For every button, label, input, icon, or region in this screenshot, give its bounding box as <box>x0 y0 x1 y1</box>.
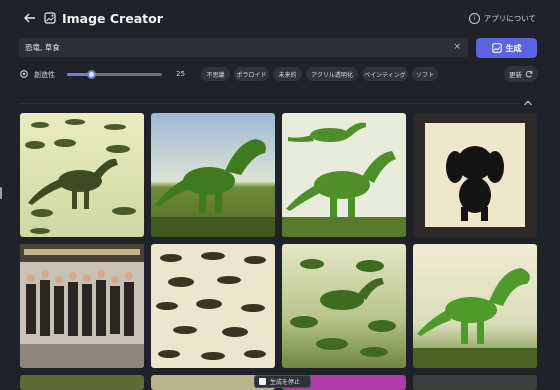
chip-label: ペインティング <box>364 71 406 79</box>
stop-icon <box>259 378 266 385</box>
prompt-input[interactable] <box>25 40 445 55</box>
generate-icon <box>491 43 502 53</box>
resize-handle[interactable] <box>0 187 2 199</box>
chip-label: ポラロイド <box>236 71 267 79</box>
section-divider <box>19 103 519 104</box>
chip-label: 未来的 <box>278 71 297 79</box>
generated-image-dinosaur-silhouette-pattern[interactable] <box>151 244 275 368</box>
generated-image-green-dinosaur-pair[interactable] <box>282 113 406 237</box>
refresh-icon <box>525 70 533 78</box>
generated-image-partial-4[interactable] <box>413 375 537 390</box>
style-chip-futuristic[interactable]: 未来的 <box>273 67 302 81</box>
chip-label: アクリル透明化 <box>311 71 353 79</box>
back-arrow-icon[interactable] <box>22 10 38 26</box>
creativity-slider-knob[interactable] <box>86 70 96 79</box>
chevron-up-icon[interactable] <box>523 99 533 107</box>
info-icon: i <box>468 13 480 24</box>
generate-button[interactable]: 生成 <box>476 38 537 58</box>
about-app-link[interactable]: i アプリについて <box>468 13 536 24</box>
generated-image-green-trex-jungle[interactable] <box>413 244 537 368</box>
generated-image-group-photo-crowd[interactable] <box>20 244 144 368</box>
style-chip-acrylic[interactable]: アクリル透明化 <box>306 67 358 81</box>
image-grid <box>20 113 540 390</box>
style-chip-soft[interactable]: ソフト <box>412 67 438 81</box>
generated-image-partial-1[interactable] <box>20 375 144 390</box>
refresh-label: 更新 <box>509 71 522 79</box>
creativity-label: 創造性 <box>34 71 55 79</box>
generate-label: 生成 <box>505 43 522 53</box>
style-chip-painting[interactable]: ペインティング <box>362 67 408 81</box>
stop-generation-button[interactable]: 生成を停止 <box>254 375 311 388</box>
clear-icon[interactable]: × <box>453 42 461 52</box>
chip-label: 不思議 <box>206 71 225 79</box>
chip-label: ソフト <box>415 71 434 79</box>
generated-image-dinosaur-herd-sketch[interactable] <box>20 113 144 237</box>
generated-image-black-puppy-paper-cutout[interactable] <box>413 113 537 237</box>
generated-image-green-trex-field[interactable] <box>151 113 275 237</box>
refresh-button[interactable]: 更新 <box>504 66 538 82</box>
image-creator-icon <box>44 12 56 24</box>
prompt-box: × <box>19 38 468 57</box>
creativity-gear-icon <box>20 70 28 78</box>
creativity-value: 25 <box>176 70 185 78</box>
page-title: Image Creator <box>62 11 163 26</box>
style-chip-fushigi[interactable]: 不思議 <box>201 67 230 81</box>
generated-image-dinosaur-herd-landscape[interactable] <box>282 244 406 368</box>
about-label: アプリについて <box>483 14 536 23</box>
controls-row: 創造性 25 不思議 ポラロイド 未来的 アクリル透明化 ペインティング ソフト… <box>19 66 540 84</box>
title-bar: Image Creator i アプリについて <box>0 0 560 36</box>
style-chip-polaroid[interactable]: ポラロイド <box>234 67 269 81</box>
creativity-slider[interactable] <box>67 70 162 79</box>
stop-label: 生成を停止 <box>270 379 301 386</box>
